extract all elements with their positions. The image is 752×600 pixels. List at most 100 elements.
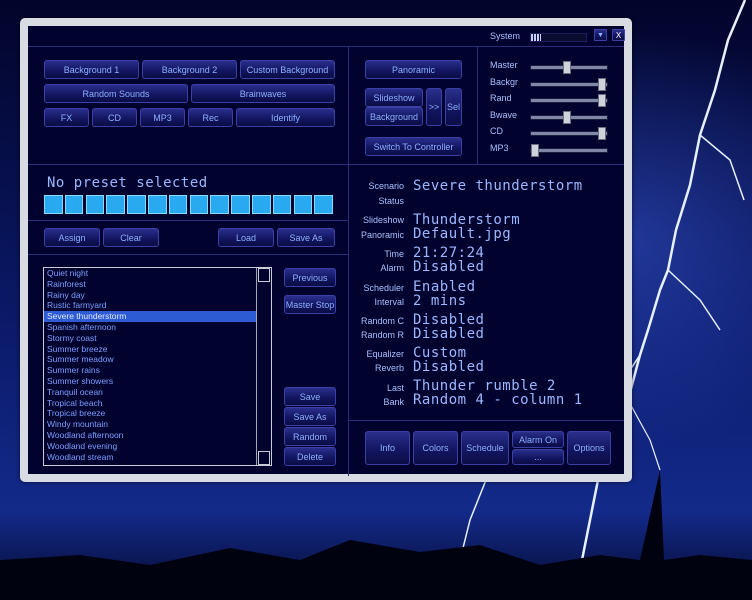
reverb-value: Disabled: [413, 359, 485, 375]
alarm-label: Alarm: [380, 263, 404, 273]
preset-list-item[interactable]: Rainforest: [44, 279, 271, 290]
brainwaves-button[interactable]: Brainwaves: [191, 84, 335, 103]
preset-list-item[interactable]: Woodland afternoon: [44, 430, 271, 441]
scroll-up-button[interactable]: [258, 268, 270, 282]
system-meter: [530, 33, 587, 42]
clear-button[interactable]: Clear: [103, 228, 159, 247]
previous-button[interactable]: Previous: [284, 268, 336, 287]
mp3-button[interactable]: MP3: [140, 108, 185, 127]
alarm-on-button[interactable]: Alarm On: [512, 431, 564, 448]
preset-list-item[interactable]: Spanish afternoon: [44, 322, 271, 333]
custom-background-button[interactable]: Custom Background: [240, 60, 335, 79]
assign-button[interactable]: Assign: [44, 228, 100, 247]
mixer-slider-backgr[interactable]: [530, 77, 608, 91]
close-button[interactable]: X: [612, 29, 625, 41]
background-display-button[interactable]: Background: [365, 107, 423, 126]
preset-list-scrollbar[interactable]: [256, 268, 271, 465]
rec-button[interactable]: Rec: [188, 108, 233, 127]
mixer-slider-rand[interactable]: [530, 94, 608, 107]
time-label: Time: [384, 249, 404, 259]
mixer-label: Master: [490, 60, 518, 70]
colors-button[interactable]: Colors: [413, 431, 458, 465]
preset-list-item[interactable]: Summer rains: [44, 365, 271, 376]
mixer-slider-cd[interactable]: [530, 127, 608, 140]
save-button[interactable]: Save: [284, 387, 336, 406]
bank-label: Bank: [383, 397, 404, 407]
identify-button[interactable]: Identify: [236, 108, 335, 127]
options-button[interactable]: Options: [567, 431, 611, 465]
progress-segment: [168, 195, 188, 214]
slider-thumb[interactable]: [598, 77, 606, 91]
preset-list-item[interactable]: Summer showers: [44, 376, 271, 387]
next-button[interactable]: >>: [426, 88, 442, 126]
panoramic-label: Panoramic: [360, 230, 404, 240]
preset-list-item[interactable]: Rustic farmyard: [44, 300, 271, 311]
preset-list-item[interactable]: Rainy day: [44, 290, 271, 301]
preset-list-item[interactable]: Summer meadow: [44, 354, 271, 365]
interval-value: 2 mins: [413, 293, 467, 309]
background-1-button[interactable]: Background 1: [44, 60, 139, 79]
switch-controller-button[interactable]: Switch To Controller: [365, 137, 462, 156]
mixer-slider-master[interactable]: [530, 61, 608, 74]
scroll-down-button[interactable]: [258, 451, 270, 465]
select-button[interactable]: Sel: [445, 88, 462, 126]
preset-list-item[interactable]: Windy mountain: [44, 419, 271, 430]
slider-thumb[interactable]: [563, 110, 571, 124]
progress-segment: [64, 195, 84, 214]
fx-button[interactable]: FX: [44, 108, 89, 127]
mixer-label: CD: [490, 126, 503, 136]
slider-thumb[interactable]: [531, 143, 539, 157]
background-2-button[interactable]: Background 2: [142, 60, 237, 79]
alarm-options-button[interactable]: ...: [512, 449, 564, 465]
preset-list-item[interactable]: Woodland stream: [44, 452, 271, 463]
preset-list[interactable]: Quiet night Rainforest Rainy day Rustic far…: [43, 267, 272, 466]
slider-thumb[interactable]: [598, 127, 606, 140]
bank-value: Random 4 - column 1: [413, 392, 583, 408]
load-button[interactable]: Load: [218, 228, 274, 247]
slideshow-label: Slideshow: [362, 215, 404, 225]
progress-segment: [314, 195, 333, 214]
random-sounds-button[interactable]: Random Sounds: [44, 84, 188, 103]
preset-list-item[interactable]: Tropical breeze: [44, 408, 271, 419]
save-as-preset-button[interactable]: Save As: [277, 228, 335, 247]
scenario-label: Scenario: [368, 181, 404, 191]
progress-segment: [127, 195, 146, 214]
reverb-label: Reverb: [374, 363, 404, 373]
progress-segment: [106, 195, 125, 214]
preset-list-item[interactable]: Summer breeze: [44, 344, 271, 355]
schedule-button[interactable]: Schedule: [461, 431, 509, 465]
mixer-label: Backgr: [490, 76, 519, 87]
mixer-label: MP3: [490, 142, 509, 153]
progress-segment: [210, 195, 229, 214]
preset-list-item[interactable]: Tropical beach: [44, 398, 271, 409]
mixer-slider-mp3[interactable]: [530, 143, 608, 157]
progress-segment: [85, 195, 105, 214]
slider-thumb[interactable]: [598, 94, 606, 107]
mixer-slider-bwave[interactable]: [530, 110, 608, 124]
cd-button[interactable]: CD: [92, 108, 137, 127]
progress-segment: [148, 195, 167, 214]
delete-button[interactable]: Delete: [284, 447, 336, 466]
panoramic-value: Default.jpg: [413, 226, 512, 242]
info-button[interactable]: Info: [365, 431, 410, 465]
save-as-button[interactable]: Save As: [284, 407, 336, 426]
slideshow-button[interactable]: Slideshow: [365, 88, 423, 107]
random-button[interactable]: Random: [284, 427, 336, 446]
panoramic-button[interactable]: Panoramic: [365, 60, 462, 79]
progress-segment: [44, 195, 63, 214]
preset-list-item[interactable]: Stormy coast: [44, 333, 271, 344]
scheduler-label: Scheduler: [363, 283, 404, 293]
mixer-label: Bwave: [490, 109, 518, 120]
master-stop-button[interactable]: Master Stop: [284, 295, 336, 314]
preset-list-item[interactable]: Woodland evening: [44, 441, 271, 452]
interval-label: Interval: [374, 297, 404, 307]
minimize-button[interactable]: ▼: [594, 29, 607, 41]
progress-segment: [252, 195, 271, 214]
preset-list-item[interactable]: Quiet night: [44, 268, 271, 279]
preset-list-item[interactable]: Severe thunderstorm: [44, 311, 271, 322]
random-r-label: Random R: [360, 330, 404, 340]
slider-thumb[interactable]: [563, 61, 571, 74]
preset-list-item[interactable]: Tranquil ocean: [44, 387, 271, 398]
scenario-value: Severe thunderstorm: [413, 178, 583, 194]
system-label: System: [490, 31, 521, 41]
